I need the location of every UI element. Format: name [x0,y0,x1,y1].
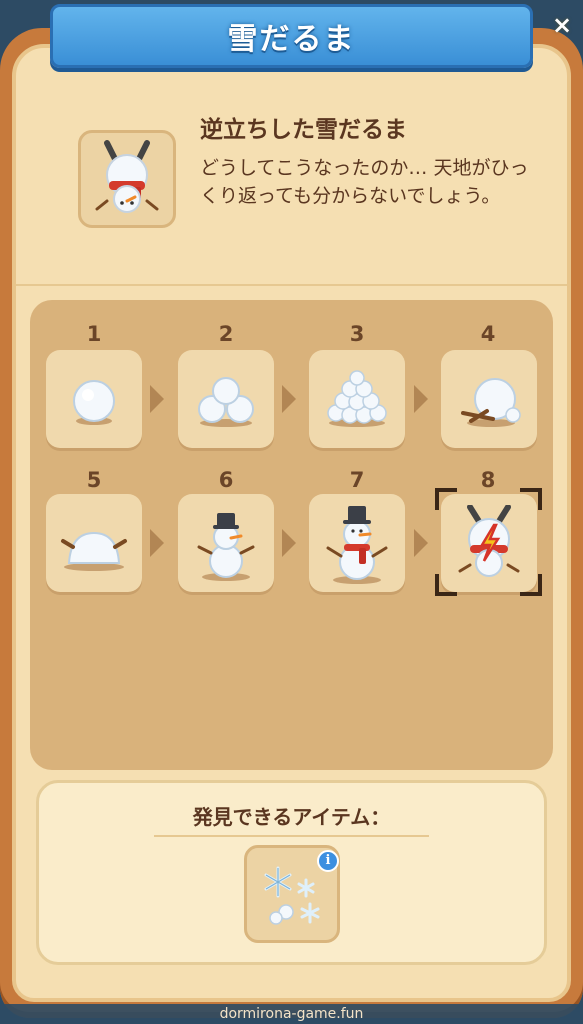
step-card-3[interactable] [309,350,405,448]
dialog-title: 雪だるま [227,22,356,57]
step-number: 5 [86,468,102,492]
selection-bracket [520,574,542,596]
step-card-4[interactable] [441,350,537,448]
watermark: dormirona-game.fun [0,1004,583,1024]
discoverable-item[interactable]: i [244,845,340,943]
three-snowballs-icon [198,377,254,427]
divider [154,835,429,837]
snowball-pile-icon [327,370,387,427]
selection-bracket [435,574,457,596]
snowman-with-scarf-icon [326,506,388,584]
info-icon[interactable]: i [317,850,339,872]
step-number: 7 [349,468,365,492]
chevron-right-icon [282,385,296,413]
upside-down-snowman-locked-icon [458,505,520,577]
snowflakes-icon [264,866,320,925]
step-number: 2 [218,322,234,346]
item-description: どうしてこうなったのか… 天地がひっくり返っても分からないでしょう。 [200,157,529,207]
discoverable-label: 発見できるアイテム： [192,805,391,829]
close-button[interactable]: × [547,10,577,40]
chevron-right-icon [282,529,296,557]
chevron-right-icon [150,385,164,413]
step-card-6[interactable] [178,494,274,592]
item-name: 逆立ちした雪だるま [200,117,407,143]
discoverable-items-panel: 発見できるアイテム： i [36,780,547,965]
chevron-right-icon [150,529,164,557]
snowball-icon [73,380,115,425]
title-banner: 雪だるま [50,4,533,68]
snowman-with-hat-icon [197,513,255,581]
step-card-7[interactable] [309,494,405,592]
divider [16,284,567,286]
step-number: 4 [480,322,496,346]
step-card-1[interactable] [46,350,142,448]
chevron-right-icon [414,529,428,557]
step-number: 8 [480,468,496,492]
step-card-5[interactable] [46,494,142,592]
upside-down-snowman-icon [78,130,176,228]
selection-bracket [520,488,542,510]
step-number: 6 [218,468,234,492]
snowball-with-sticks-icon [461,378,521,427]
step-card-2[interactable] [178,350,274,448]
snow-mound-icon [61,531,127,571]
selection-bracket [435,488,457,510]
chevron-right-icon [414,385,428,413]
step-number: 3 [349,322,365,346]
step-number: 1 [86,322,102,346]
